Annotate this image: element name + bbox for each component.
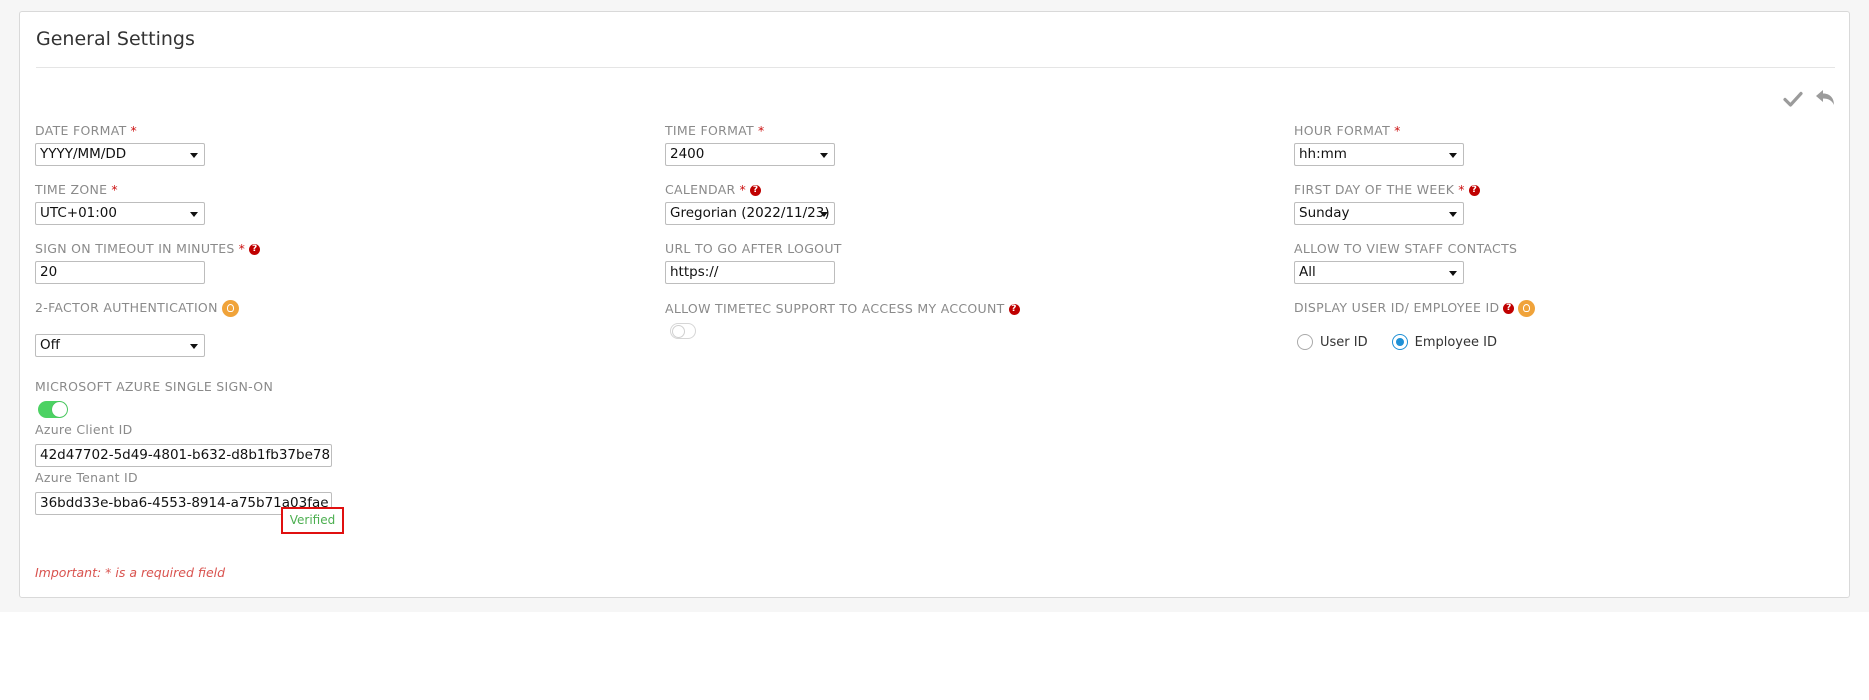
calendar-label: CALENDAR [665, 182, 736, 197]
hour-format-field: HOUR FORMAT * hh:mm [1294, 123, 1464, 166]
verified-status: Verified [281, 507, 344, 534]
caret-down-icon [190, 153, 198, 158]
hour-format-value: hh:mm [1299, 146, 1347, 162]
time-format-label: TIME FORMAT [665, 123, 754, 138]
time-zone-value: UTC+01:00 [40, 205, 117, 221]
azure-tenant-id-label: Azure Tenant ID [35, 470, 138, 485]
timetec-support-toggle[interactable] [670, 323, 696, 339]
page-title: General Settings [36, 28, 195, 50]
required-mark: * [1458, 182, 1465, 197]
time-format-value: 2400 [670, 146, 705, 162]
caret-down-icon [1449, 212, 1457, 217]
date-format-label: DATE FORMAT [35, 123, 127, 138]
display-id-label: DISPLAY USER ID/ EMPLOYEE ID [1294, 300, 1500, 315]
display-id-field: DISPLAY USER ID/ EMPLOYEE ID? User ID Em… [1294, 299, 1536, 350]
toggle-knob [52, 402, 67, 417]
logout-url-input[interactable]: https:// [665, 261, 835, 284]
required-mark: * [130, 123, 138, 138]
help-icon[interactable]: ? [750, 184, 762, 196]
first-day-value: Sunday [1299, 205, 1350, 221]
first-day-select[interactable]: Sunday [1294, 202, 1464, 225]
two-factor-field: 2-FACTOR AUTHENTICATION Off [35, 299, 239, 357]
help-icon[interactable]: ? [1503, 302, 1515, 314]
logout-url-field: URL TO GO AFTER LOGOUT https:// [665, 241, 842, 284]
caret-down-icon [1449, 271, 1457, 276]
timetec-support-field: ALLOW TIMETEC SUPPORT TO ACCESS MY ACCOU… [665, 301, 1020, 339]
date-format-value: YYYY/MM/DD [40, 146, 127, 162]
staff-contacts-value: All [1299, 264, 1316, 280]
timetec-support-label: ALLOW TIMETEC SUPPORT TO ACCESS MY ACCOU… [665, 301, 1005, 316]
calendar-field: CALENDAR *? Gregorian (2022/11/23) [665, 182, 835, 225]
time-zone-select[interactable]: UTC+01:00 [35, 202, 205, 225]
caret-down-icon [1449, 153, 1457, 158]
sign-on-timeout-input[interactable]: 20 [35, 261, 205, 284]
time-zone-label: TIME ZONE [35, 182, 108, 197]
two-factor-select[interactable]: Off [35, 334, 205, 357]
staff-contacts-field: ALLOW TO VIEW STAFF CONTACTS All [1294, 241, 1517, 284]
lightbulb-icon[interactable] [1518, 299, 1536, 317]
toggle-knob [672, 325, 685, 338]
staff-contacts-select[interactable]: All [1294, 261, 1464, 284]
radio-button-employee-id[interactable] [1391, 334, 1408, 350]
check-icon[interactable] [1782, 88, 1804, 110]
help-icon[interactable]: ? [1008, 303, 1020, 315]
radio-option-employee-id[interactable]: Employee ID [1391, 334, 1497, 350]
calendar-select[interactable]: Gregorian (2022/11/23) [665, 202, 835, 225]
two-factor-value: Off [40, 337, 60, 353]
staff-contacts-label: ALLOW TO VIEW STAFF CONTACTS [1294, 241, 1518, 256]
calendar-value: Gregorian (2022/11/23) [670, 205, 830, 221]
sign-on-timeout-field: SIGN ON TIMEOUT IN MINUTES *? 20 [35, 241, 261, 284]
time-format-field: TIME FORMAT * 2400 [665, 123, 835, 166]
required-mark: * [1394, 123, 1401, 138]
help-icon[interactable]: ? [249, 243, 261, 255]
azure-sso-toggle[interactable] [38, 401, 68, 418]
required-mark: * [739, 182, 747, 197]
radio-option-user-id[interactable]: User ID [1297, 334, 1368, 350]
two-factor-label: 2-FACTOR AUTHENTICATION [35, 300, 218, 315]
help-icon[interactable]: ? [1468, 184, 1480, 196]
azure-client-id-label: Azure Client ID [35, 422, 133, 437]
radio-button-user-id[interactable] [1297, 334, 1313, 350]
title-divider [36, 67, 1835, 68]
azure-client-id-input[interactable]: 42d47702-5d49-4801-b632-d8b1fb37be78 [35, 444, 332, 467]
time-zone-field: TIME ZONE * UTC+01:00 [35, 182, 205, 225]
date-format-select[interactable]: YYYY/MM/DD [35, 143, 205, 166]
caret-down-icon [190, 344, 198, 349]
sign-on-timeout-label: SIGN ON TIMEOUT IN MINUTES [35, 241, 235, 256]
hour-format-select[interactable]: hh:mm [1294, 143, 1464, 166]
required-mark: * [758, 123, 765, 138]
logout-url-label: URL TO GO AFTER LOGOUT [665, 241, 842, 256]
required-mark: * [111, 182, 118, 197]
radio-label-user-id: User ID [1320, 334, 1368, 350]
required-mark: * [238, 241, 246, 256]
first-day-label: FIRST DAY OF THE WEEK [1294, 182, 1455, 197]
required-field-note: Important: * is a required field [35, 565, 226, 580]
caret-down-icon [820, 153, 828, 158]
lightbulb-icon[interactable] [221, 299, 239, 317]
first-day-field: FIRST DAY OF THE WEEK *? Sunday [1294, 182, 1480, 225]
radio-label-employee-id: Employee ID [1414, 334, 1497, 350]
display-id-radio-group: User ID Employee ID [1297, 334, 1535, 350]
time-format-select[interactable]: 2400 [665, 143, 835, 166]
caret-down-icon [190, 212, 198, 217]
azure-sso-label: MICROSOFT AZURE SINGLE SIGN-ON [35, 379, 274, 394]
hour-format-label: HOUR FORMAT [1294, 123, 1391, 138]
date-format-field: DATE FORMAT * YYYY/MM/DD [35, 123, 205, 166]
undo-icon[interactable] [1814, 88, 1836, 110]
caret-down-icon [820, 212, 828, 217]
azure-sso-field: MICROSOFT AZURE SINGLE SIGN-ON Azure Cli… [35, 379, 332, 515]
